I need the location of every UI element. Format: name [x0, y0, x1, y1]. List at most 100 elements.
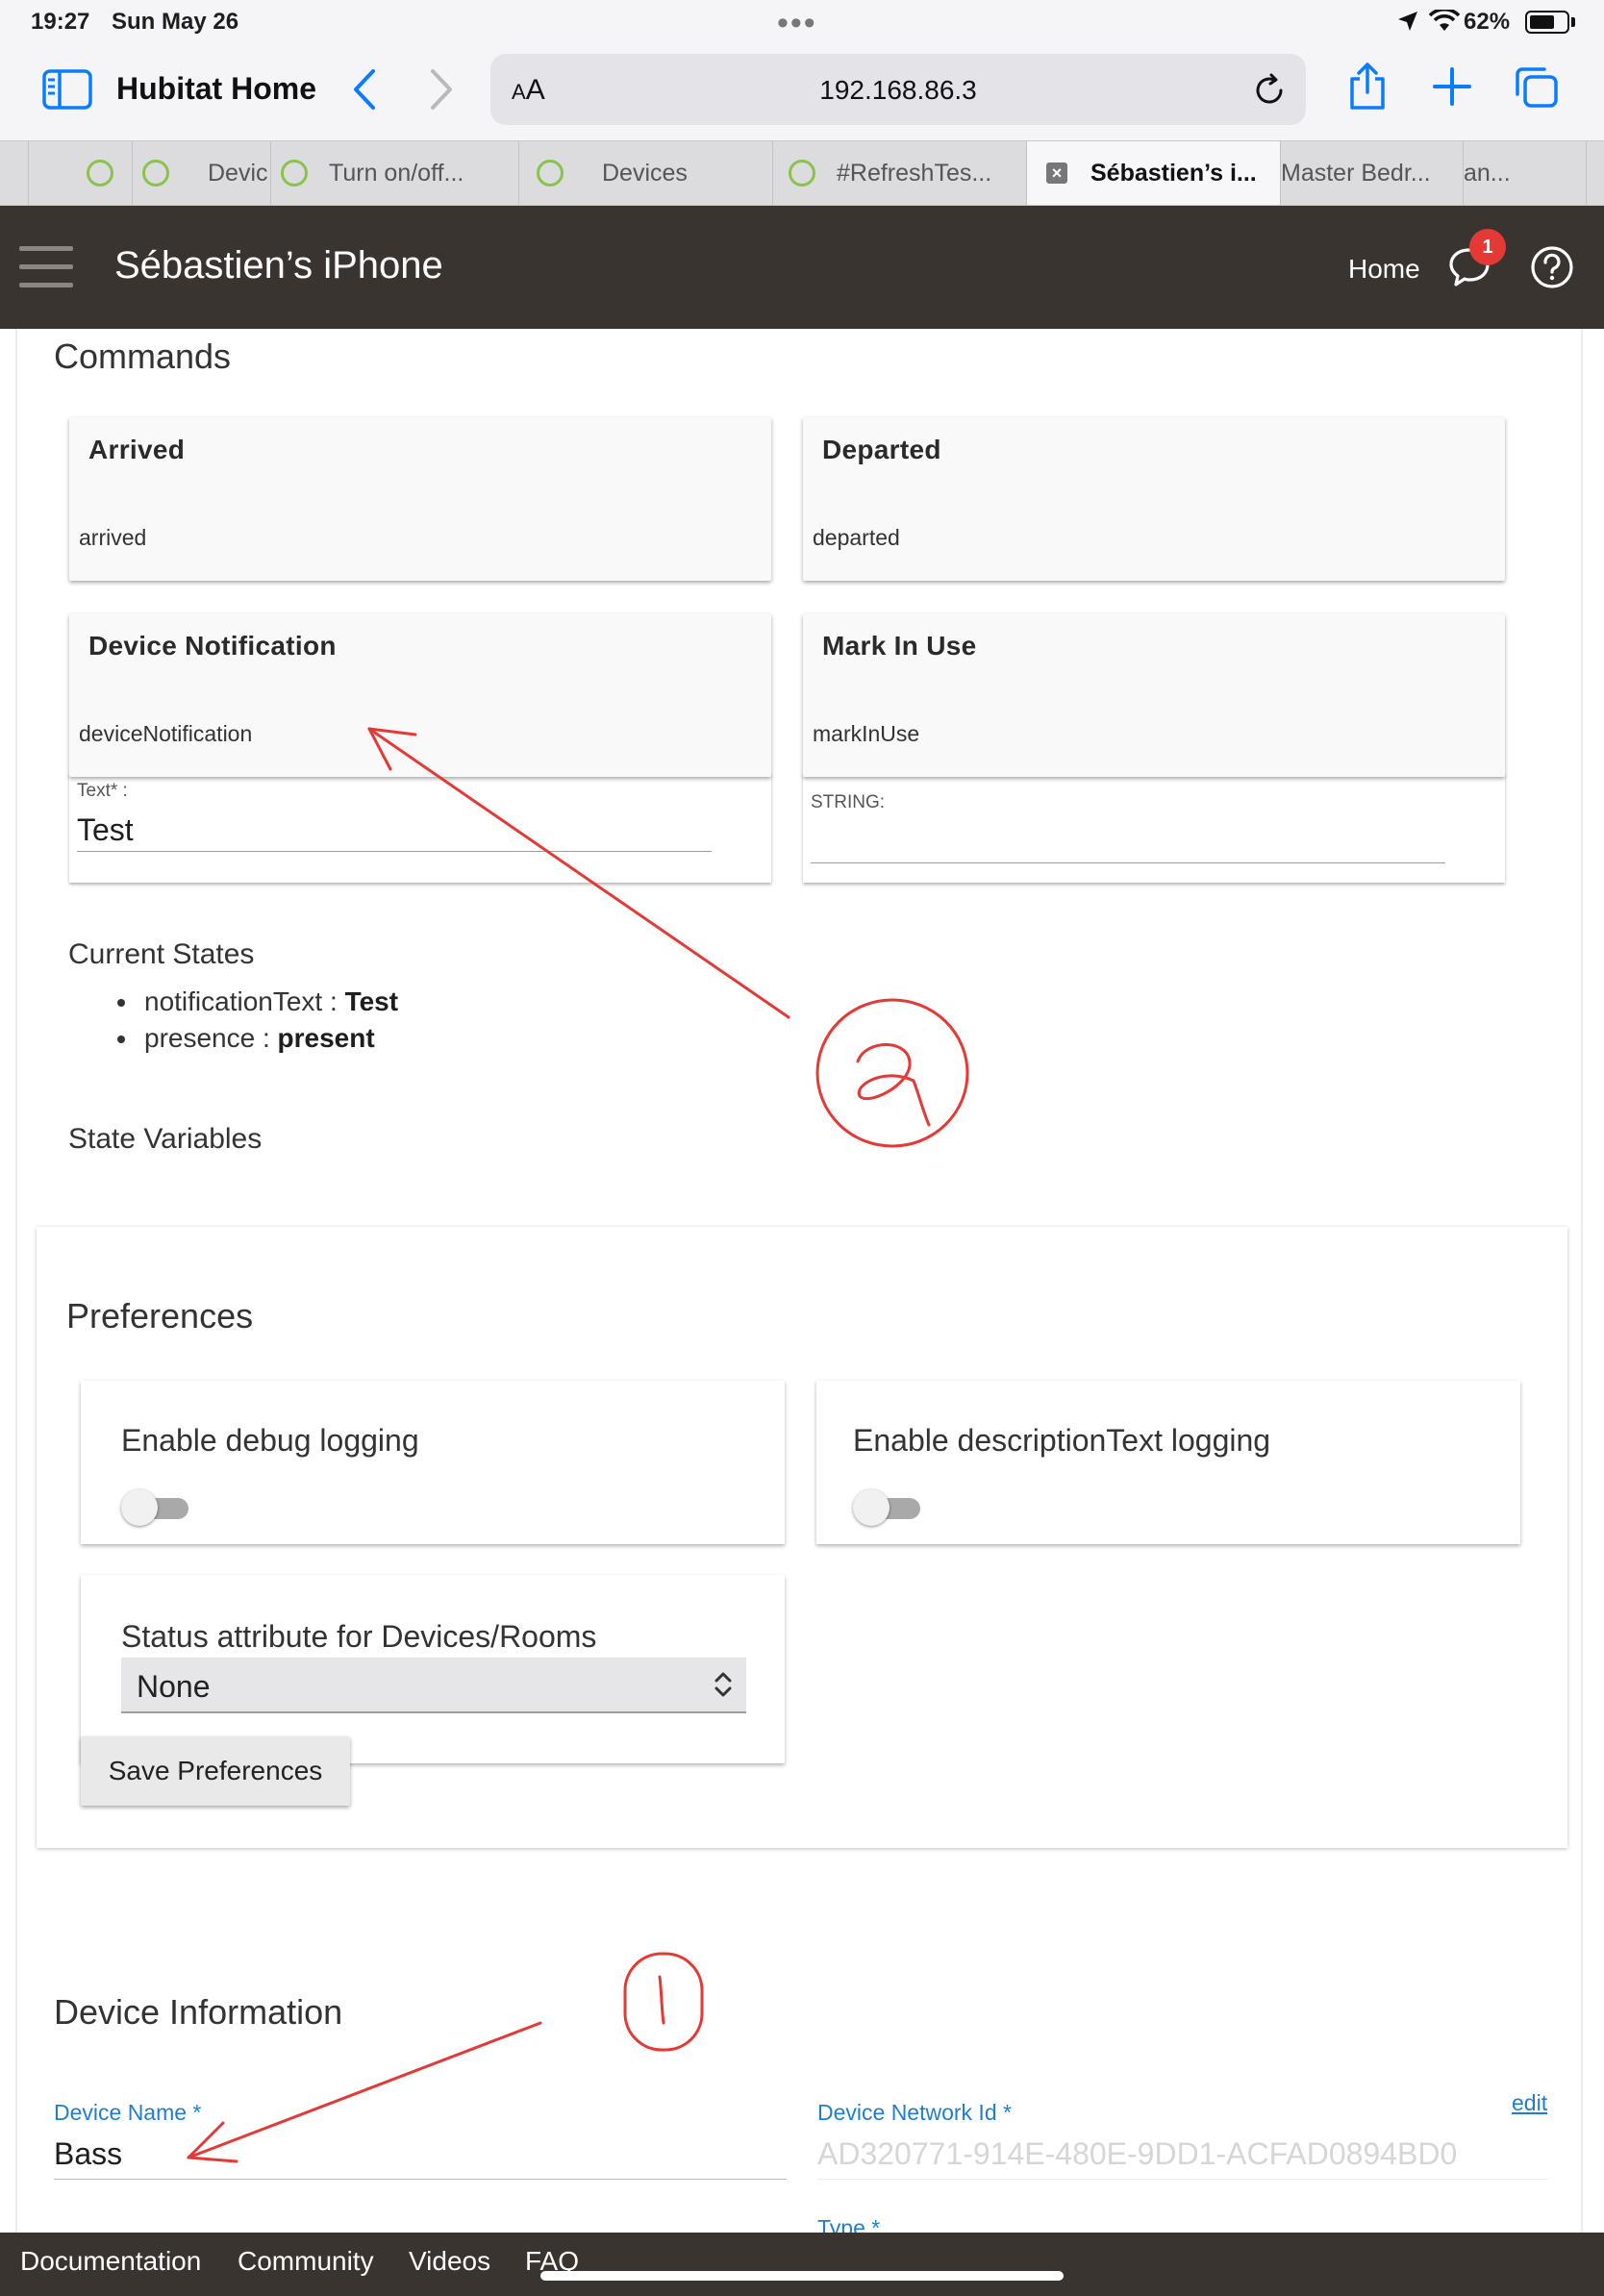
description-logging-toggle[interactable]	[853, 1486, 922, 1526]
debug-logging-toggle[interactable]	[121, 1486, 190, 1526]
footer-link-videos[interactable]: Videos	[409, 2246, 490, 2277]
panel-edge	[1581, 329, 1583, 2233]
state-value: Test	[344, 986, 399, 1016]
device-name-label: Device Name *	[54, 2100, 202, 2125]
sidebar-icon[interactable]	[42, 69, 92, 110]
param-label: STRING:	[811, 792, 886, 812]
state-item: presence : present	[113, 1023, 398, 1060]
command-card-arrived[interactable]: Arrived arrived	[69, 417, 771, 581]
tab-label: Devices	[602, 160, 688, 187]
hubitat-favicon-icon	[142, 160, 169, 187]
page-title: Sébastien’s iPhone	[114, 244, 443, 287]
pref-card-status-attribute: Status attribute for Devices/Rooms None	[81, 1575, 785, 1763]
address-bar[interactable]: AA 192.168.86.3	[490, 54, 1306, 125]
status-bar: 19:27 Sun May 26 ••• 62%	[0, 0, 1604, 44]
command-param-panel: STRING:	[803, 773, 1505, 883]
plus-icon[interactable]	[1431, 65, 1473, 108]
type-label: Type *	[817, 2215, 881, 2233]
tab-5[interactable]: #RefreshTes...	[773, 141, 1027, 205]
command-name: markInUse	[813, 721, 920, 746]
pref-label: Enable debug logging	[121, 1423, 419, 1458]
command-param-panel: Text* :	[69, 773, 771, 883]
hubitat-favicon-icon	[281, 160, 308, 187]
multitasking-dots-icon[interactable]: •••	[777, 5, 817, 42]
tab-label: Sébastien’s i...	[1090, 160, 1257, 187]
home-indicator[interactable]	[540, 2271, 1064, 2281]
tab-label: Master Bedr...	[1281, 160, 1431, 187]
help-icon[interactable]	[1529, 244, 1575, 290]
tab-2[interactable]: Devic	[133, 141, 271, 205]
tab-1[interactable]	[29, 141, 133, 205]
edit-network-id-link[interactable]: edit	[1512, 2090, 1547, 2116]
current-states-list: notificationText : Test presence : prese…	[113, 986, 398, 1060]
safari-window-title: Hubitat Home	[116, 71, 316, 106]
footer-link-community[interactable]: Community	[238, 2246, 374, 2277]
select-chevron-icon	[714, 1672, 732, 1697]
footer-link-documentation[interactable]: Documentation	[20, 2246, 201, 2277]
network-id-label: Device Network Id *	[817, 2100, 1012, 2125]
tabs-overview-icon[interactable]	[1514, 65, 1560, 110]
tab-4[interactable]: Devices	[519, 141, 773, 205]
device-name-underline	[54, 2179, 787, 2180]
footer-bar: Documentation Community Videos FAQ	[0, 2233, 1604, 2296]
tab-label: an...	[1464, 160, 1511, 187]
mark-in-use-string-input[interactable]	[811, 821, 1445, 863]
save-preferences-button[interactable]: Save Preferences	[81, 1736, 350, 1806]
device-name-input[interactable]: Bass	[54, 2136, 122, 2172]
battery-fill	[1530, 15, 1554, 29]
notification-text-input[interactable]	[77, 810, 712, 852]
command-card-device-notification[interactable]: Device Notification deviceNotification	[69, 613, 771, 777]
battery-percent: 62%	[1464, 9, 1511, 35]
state-item: notificationText : Test	[113, 986, 398, 1023]
tab-label: #RefreshTes...	[837, 160, 992, 187]
share-icon[interactable]	[1346, 62, 1389, 112]
status-date: Sun May 26	[112, 9, 239, 35]
url-text[interactable]: 192.168.86.3	[490, 75, 1306, 106]
home-link[interactable]: Home	[1348, 254, 1420, 285]
battery-icon	[1525, 11, 1569, 34]
hubitat-favicon-icon	[87, 160, 113, 187]
state-separator: :	[255, 1023, 278, 1053]
notification-badge: 1	[1469, 229, 1506, 265]
back-icon[interactable]	[348, 67, 383, 112]
tab-active[interactable]: × Sébastien’s i...	[1027, 141, 1281, 205]
command-title: Departed	[822, 435, 941, 464]
preferences-panel: Preferences Enable debug logging Enable …	[37, 1227, 1567, 1848]
device-page-content: Commands Arrived arrived Departed depart…	[0, 329, 1604, 2233]
state-name: presence	[144, 1023, 256, 1053]
pref-label: Status attribute for Devices/Rooms	[121, 1619, 597, 1654]
safari-tab-strip: Devic Turn on/off... Devices #RefreshTes…	[0, 140, 1604, 206]
command-title: Device Notification	[88, 631, 337, 661]
hamburger-menu-icon[interactable]	[19, 246, 73, 288]
pref-card-debug-logging: Enable debug logging	[81, 1381, 785, 1544]
device-information-heading: Device Information	[54, 1992, 343, 2032]
command-card-mark-in-use[interactable]: Mark In Use markInUse	[803, 613, 1505, 777]
tab-label: Turn on/off...	[329, 160, 464, 187]
reload-icon[interactable]	[1252, 73, 1287, 108]
current-states-heading: Current States	[68, 938, 255, 970]
tab-7[interactable]: Master Bedr...	[1281, 141, 1464, 205]
status-time: 19:27	[31, 9, 90, 35]
hubitat-favicon-icon	[537, 160, 564, 187]
pref-card-description-logging: Enable descriptionText logging	[816, 1381, 1520, 1544]
param-label: Text* :	[77, 781, 128, 801]
state-name: notificationText	[144, 986, 323, 1016]
battery-tip	[1571, 17, 1575, 27]
network-id-underline	[817, 2179, 1548, 2180]
pref-label: Enable descriptionText logging	[853, 1423, 1271, 1458]
select-value: None	[137, 1669, 211, 1704]
command-name: departed	[813, 525, 900, 550]
location-icon	[1398, 12, 1417, 31]
tab-3[interactable]: Turn on/off...	[271, 141, 519, 205]
toggle-knob	[121, 1489, 158, 1526]
state-variables-heading: State Variables	[68, 1123, 263, 1155]
tab-label: Devic	[208, 160, 268, 187]
network-id-input: AD320771-914E-480E-9DD1-ACFAD0894BD0	[817, 2136, 1458, 2171]
status-attribute-select[interactable]: None	[121, 1658, 746, 1713]
close-tab-icon[interactable]: ×	[1046, 162, 1067, 184]
wifi-icon	[1429, 10, 1460, 31]
tab-8[interactable]: an...	[1464, 141, 1587, 205]
safari-toolbar: Hubitat Home AA 192.168.86.3	[0, 44, 1604, 140]
command-card-departed[interactable]: Departed departed	[803, 417, 1505, 581]
forward-icon[interactable]	[423, 67, 458, 112]
